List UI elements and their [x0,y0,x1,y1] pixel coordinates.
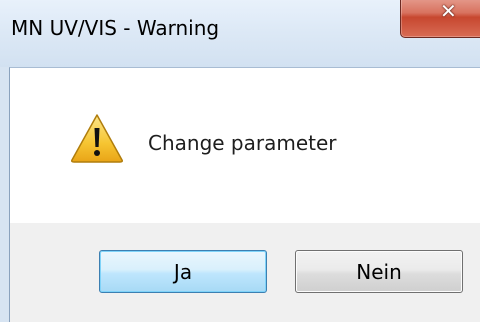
message-text: Change parameter [148,131,337,155]
close-button[interactable]: ✕ [400,0,480,38]
button-bar: Ja Nein [10,223,480,322]
yes-button[interactable]: Ja [99,250,267,293]
dialog-window: MN UV/VIS - Warning ✕ Change parameter J… [0,0,480,322]
dialog-content: Change parameter Ja Nein [9,67,480,322]
title-bar[interactable]: MN UV/VIS - Warning ✕ [0,0,480,67]
close-icon: ✕ [440,0,457,23]
no-button[interactable]: Nein [295,250,463,293]
window-title: MN UV/VIS - Warning [11,16,220,40]
warning-icon [71,114,123,163]
